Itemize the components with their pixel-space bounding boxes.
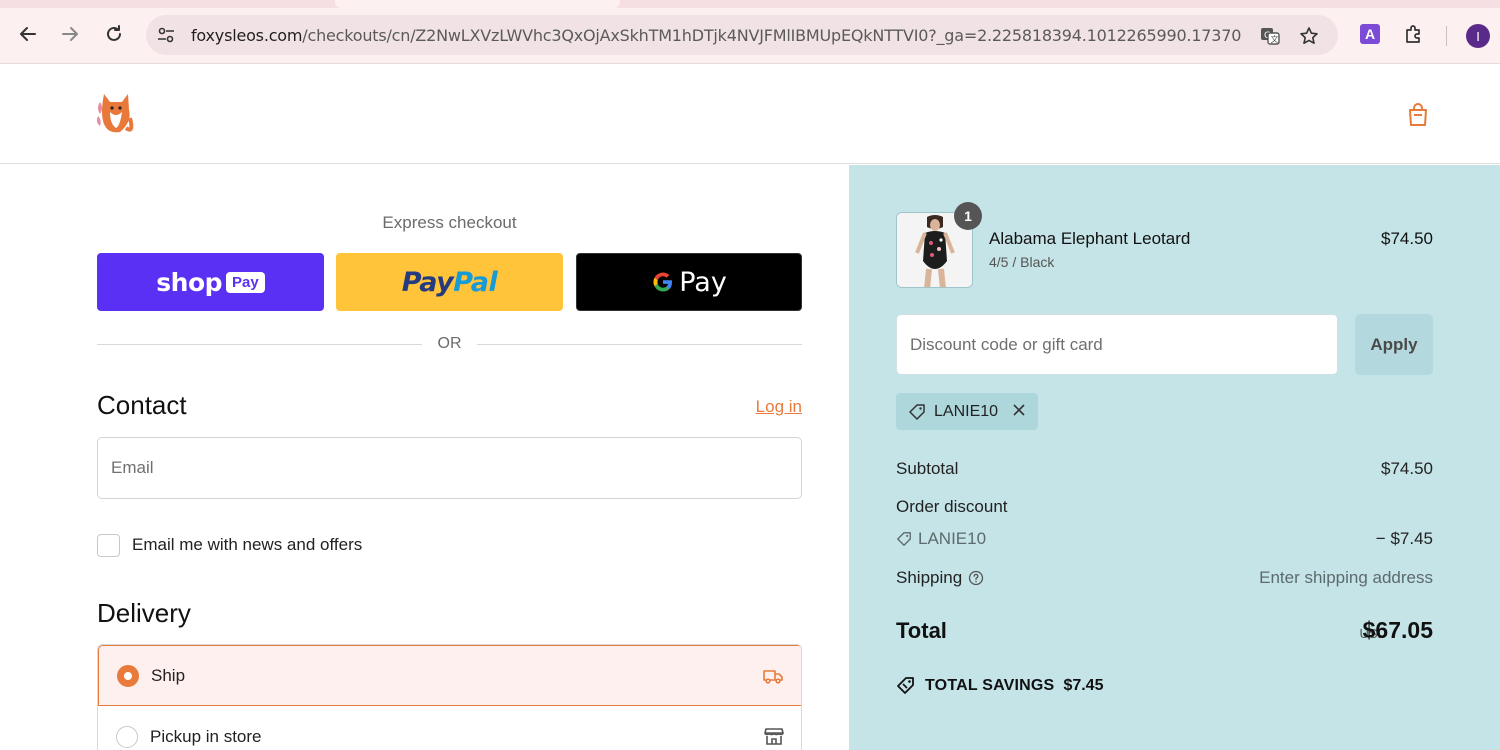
discount-amount: − $7.45 [1375, 529, 1433, 548]
browser-toolbar: foxysleos.com/checkouts/cn/Z2NwLXVzLWVhc… [0, 0, 1500, 64]
newsletter-checkbox[interactable] [97, 533, 120, 557]
product-price: $74.50 [1381, 229, 1433, 248]
shop-pay-wordmark: shop [156, 267, 223, 297]
delivery-method-group: Ship Pickup in store [97, 644, 802, 750]
subtotal-label: Subtotal [896, 459, 959, 478]
tab-strip [0, 0, 1500, 8]
shipping-row: Shipping Enter shipping address [896, 568, 1433, 588]
or-label: OR [437, 335, 462, 352]
bookmark-star-icon[interactable] [1298, 25, 1320, 47]
total-value: $67.05 [1362, 617, 1433, 643]
tag-icon [909, 403, 925, 420]
email-field[interactable] [97, 437, 802, 499]
remove-discount-icon[interactable] [1012, 401, 1026, 422]
svg-text:文: 文 [1271, 34, 1279, 44]
toolbar-divider [1446, 26, 1447, 46]
product-name: Alabama Elephant Leotard [989, 229, 1191, 248]
paypal-wordmark: PayPal [401, 266, 498, 298]
express-checkout-label: Express checkout [382, 213, 517, 232]
applied-discount-tag: LANIE10 [896, 393, 1039, 430]
url-host: foxysleos.com [191, 26, 303, 45]
discount-detail-row: LANIE10 − $7.45 [896, 529, 1433, 552]
address-bar[interactable]: foxysleos.com/checkouts/cn/Z2NwLXVzLWVhc… [146, 15, 1338, 55]
order-discount-row: Order discount [896, 497, 1433, 517]
ship-label: Ship [151, 665, 186, 685]
active-tab[interactable] [335, 0, 620, 8]
delivery-heading: Delivery [97, 598, 191, 628]
newsletter-label: Email me with news and offers [132, 535, 363, 554]
forward-icon[interactable] [56, 20, 84, 48]
store-header [0, 64, 1500, 164]
site-settings-icon[interactable] [156, 25, 176, 45]
google-g-icon [653, 272, 673, 292]
shipping-value: Enter shipping address [1259, 568, 1433, 587]
extensions-puzzle-icon[interactable] [1402, 22, 1426, 46]
url-text: foxysleos.com/checkouts/cn/Z2NwLXVzLWVhc… [191, 26, 1241, 45]
total-savings: TOTAL SAVINGS $7.45 [896, 676, 1103, 696]
url-path: /checkouts/cn/Z2NwLXVzLWVhc3QxOjAxSkhTM1… [302, 26, 1241, 45]
google-pay-label: Pay [679, 266, 727, 298]
discount-detail-code: LANIE10 [918, 529, 987, 548]
shop-pay-button[interactable]: shop Pay [97, 253, 324, 311]
savings-value: $7.45 [1063, 677, 1104, 694]
delivery-option-pickup[interactable]: Pickup in store [98, 706, 801, 750]
google-pay-wordmark: Pay [651, 267, 727, 298]
contact-heading: Contact [97, 390, 187, 420]
google-pay-button[interactable]: Pay [576, 253, 802, 311]
delivery-option-ship[interactable]: Ship [98, 645, 801, 706]
truck-icon [762, 665, 784, 687]
shopping-bag-icon[interactable] [1406, 102, 1430, 128]
discount-tag-icon [897, 532, 911, 546]
translate-icon[interactable]: G文 [1259, 25, 1281, 47]
quantity-badge: 1 [954, 202, 982, 230]
profile-avatar[interactable]: I [1466, 24, 1490, 48]
pickup-label: Pickup in store [150, 726, 262, 746]
order-summary: 1 Alabama Elephant Leotard 4/5 / Black $… [849, 165, 1500, 750]
store-logo[interactable] [96, 88, 136, 138]
help-icon[interactable] [968, 570, 984, 586]
subtotal-row: Subtotal $74.50 [896, 459, 1433, 479]
pickup-radio[interactable] [116, 725, 138, 748]
shop-pay-badge: Pay [226, 271, 265, 293]
apply-discount-button[interactable]: Apply [1355, 314, 1433, 375]
order-discount-label: Order discount [896, 497, 1008, 516]
ship-radio[interactable] [117, 664, 139, 687]
extension-a-icon[interactable]: A [1358, 22, 1382, 46]
applied-discount-code: LANIE10 [934, 402, 999, 420]
discount-code-field[interactable] [896, 314, 1338, 375]
reload-icon[interactable] [100, 20, 128, 48]
or-divider: OR [97, 333, 802, 357]
newsletter-option[interactable]: Email me with news and offers [97, 533, 362, 557]
back-icon[interactable] [14, 20, 42, 48]
subtotal-value: $74.50 [1381, 459, 1433, 478]
discount-detail: LANIE10 [896, 529, 986, 549]
paypal-button[interactable]: PayPal [336, 253, 563, 311]
product-variant: 4/5 / Black [989, 254, 1055, 270]
total-label: Total [896, 618, 947, 643]
savings-label: TOTAL SAVINGS [925, 677, 1055, 694]
store-icon [763, 725, 785, 747]
checkout-form: Express checkout shop Pay PayPal Pay OR … [0, 165, 849, 750]
login-link[interactable]: Log in [740, 397, 802, 417]
savings-tag-icon [897, 677, 914, 694]
shipping-label: Shipping [896, 568, 963, 587]
